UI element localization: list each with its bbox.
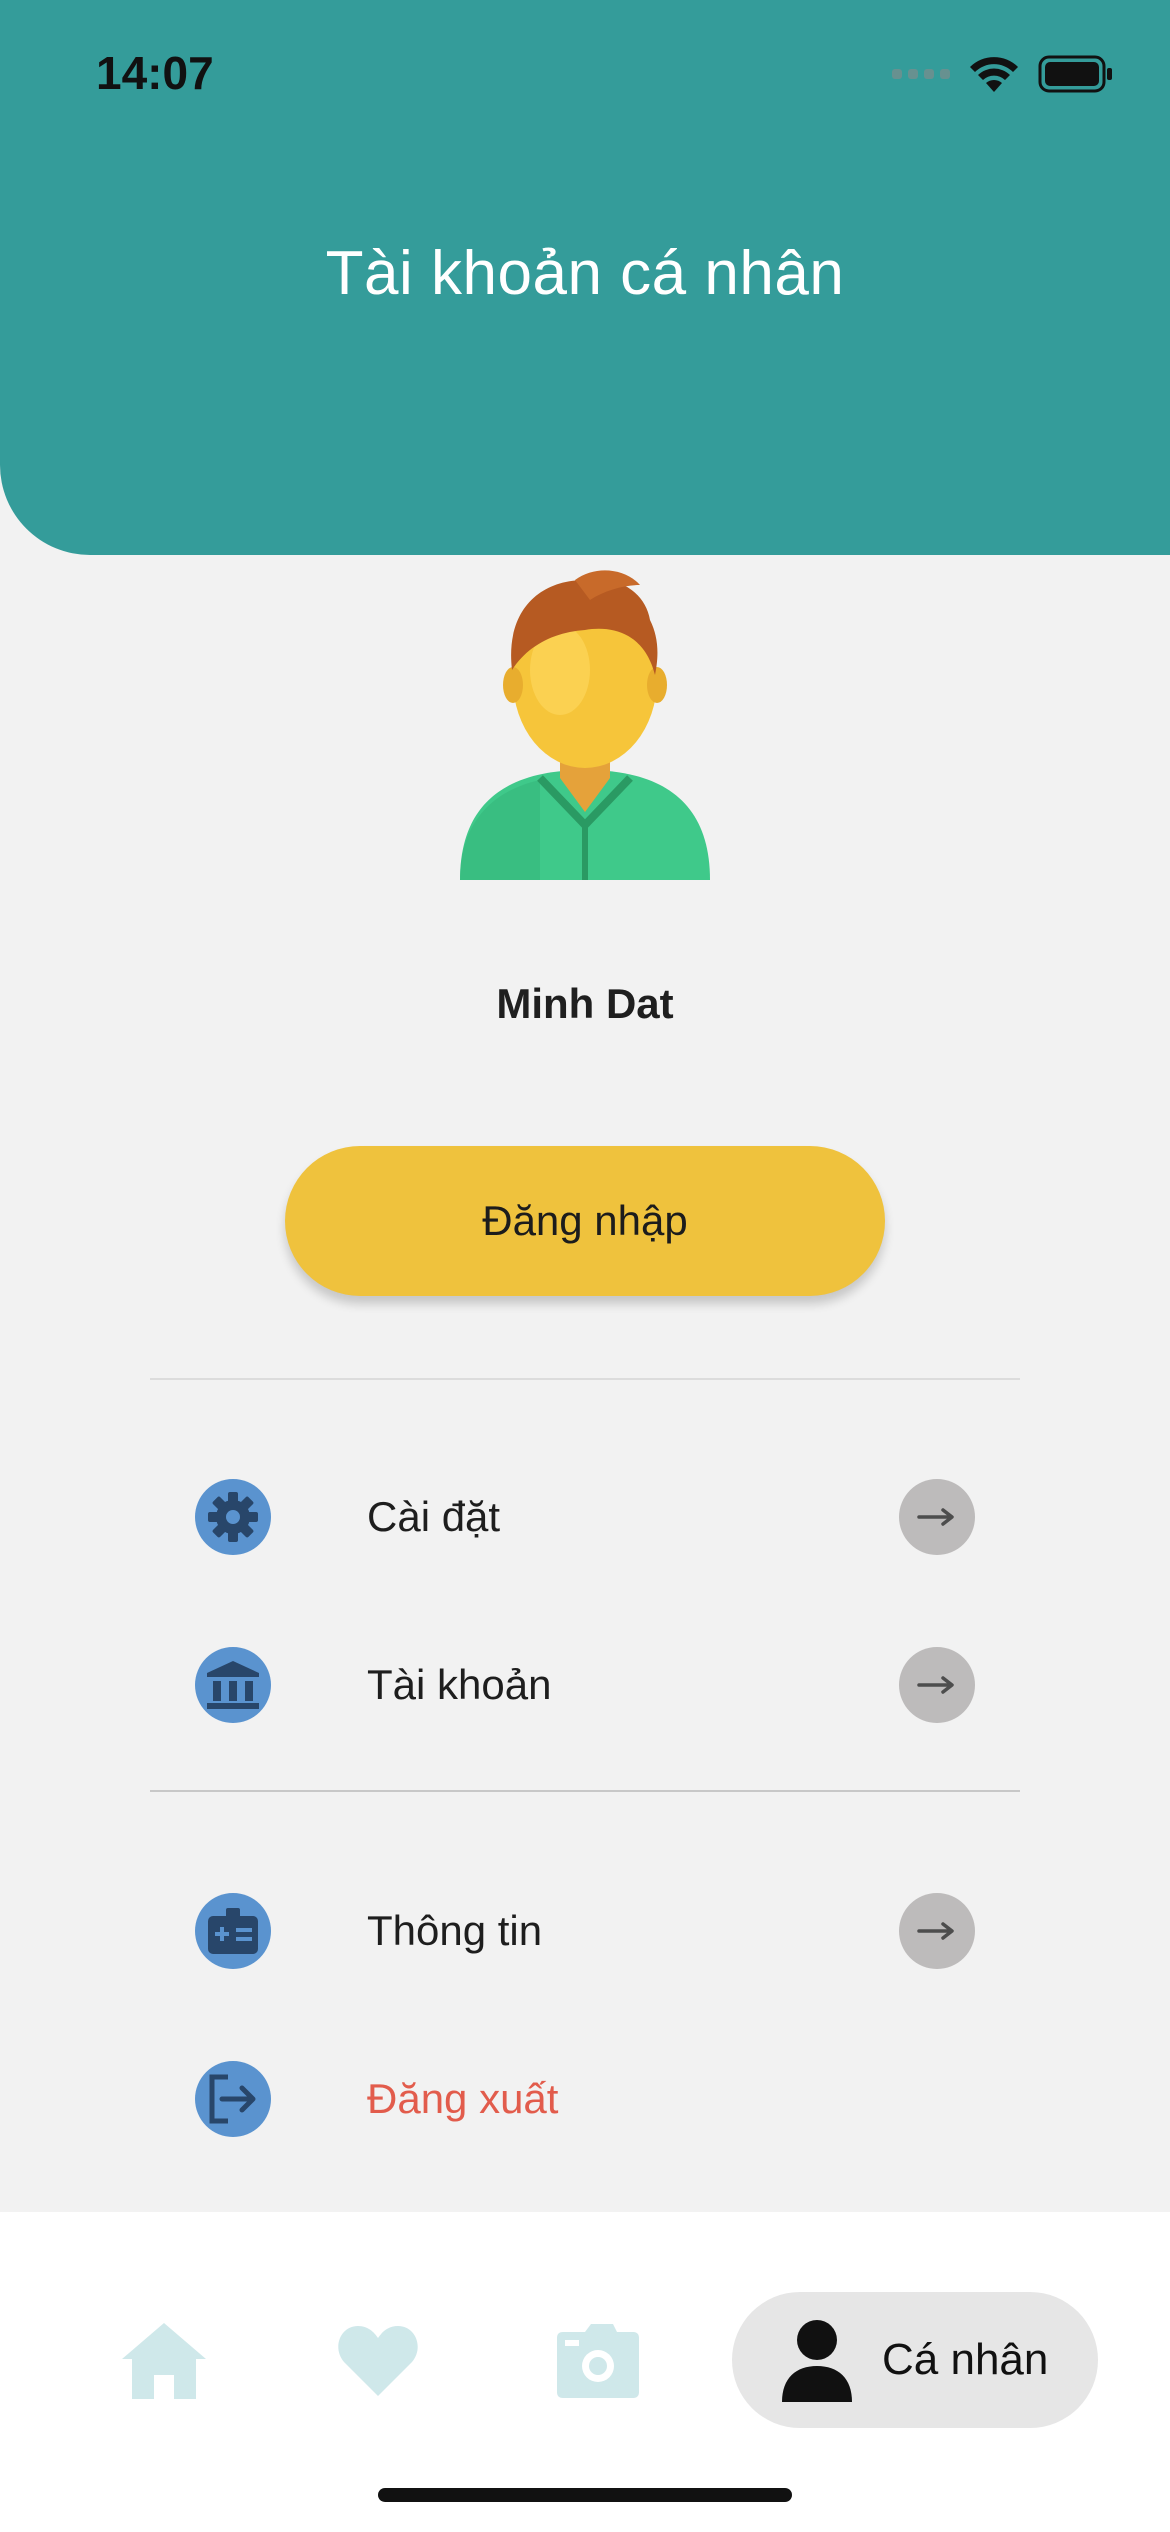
arrow-right-icon[interactable]	[899, 1479, 975, 1555]
page-title: Tài khoản cá nhân	[325, 239, 845, 308]
bank-icon	[195, 1647, 271, 1723]
tab-favorites[interactable]	[330, 2312, 426, 2408]
gear-icon	[195, 1479, 271, 1555]
menu-item-info[interactable]: Thông tin	[195, 1891, 975, 1971]
tab-profile-label: Cá nhân	[882, 2335, 1049, 2384]
home-icon	[122, 2323, 206, 2399]
menu-label-settings: Cài đặt	[367, 1493, 501, 1540]
menu-item-logout[interactable]: Đăng xuất	[195, 2059, 975, 2139]
user-name: Minh Dat	[496, 980, 674, 1027]
tab-profile[interactable]: Cá nhân	[732, 2292, 1098, 2428]
wifi-icon	[970, 57, 1018, 92]
signal-icon	[892, 69, 950, 79]
avatar	[400, 550, 770, 910]
battery-icon	[1038, 55, 1112, 93]
menu-label-account: Tài khoản	[367, 1661, 552, 1708]
menu-item-account[interactable]: Tài khoản	[195, 1645, 975, 1725]
home-indicator	[378, 2488, 792, 2502]
tab-home[interactable]	[116, 2312, 212, 2408]
menu-label-logout: Đăng xuất	[367, 2075, 559, 2122]
menu-item-settings[interactable]: Cài đặt	[195, 1477, 975, 1557]
id-card-icon	[195, 1893, 271, 1969]
logout-icon	[195, 2061, 271, 2137]
arrow-right-icon[interactable]	[899, 1893, 975, 1969]
tab-camera[interactable]	[550, 2312, 646, 2408]
person-icon	[782, 2320, 852, 2402]
divider	[150, 1790, 1020, 1792]
status-icons	[892, 50, 1114, 98]
heart-icon	[338, 2326, 418, 2396]
camera-icon	[557, 2324, 639, 2398]
arrow-right-icon[interactable]	[899, 1647, 975, 1723]
menu-label-info: Thông tin	[367, 1907, 543, 1954]
divider	[150, 1378, 1020, 1380]
login-button[interactable]: Đăng nhập	[285, 1146, 885, 1296]
status-time: 14:07	[96, 47, 214, 99]
